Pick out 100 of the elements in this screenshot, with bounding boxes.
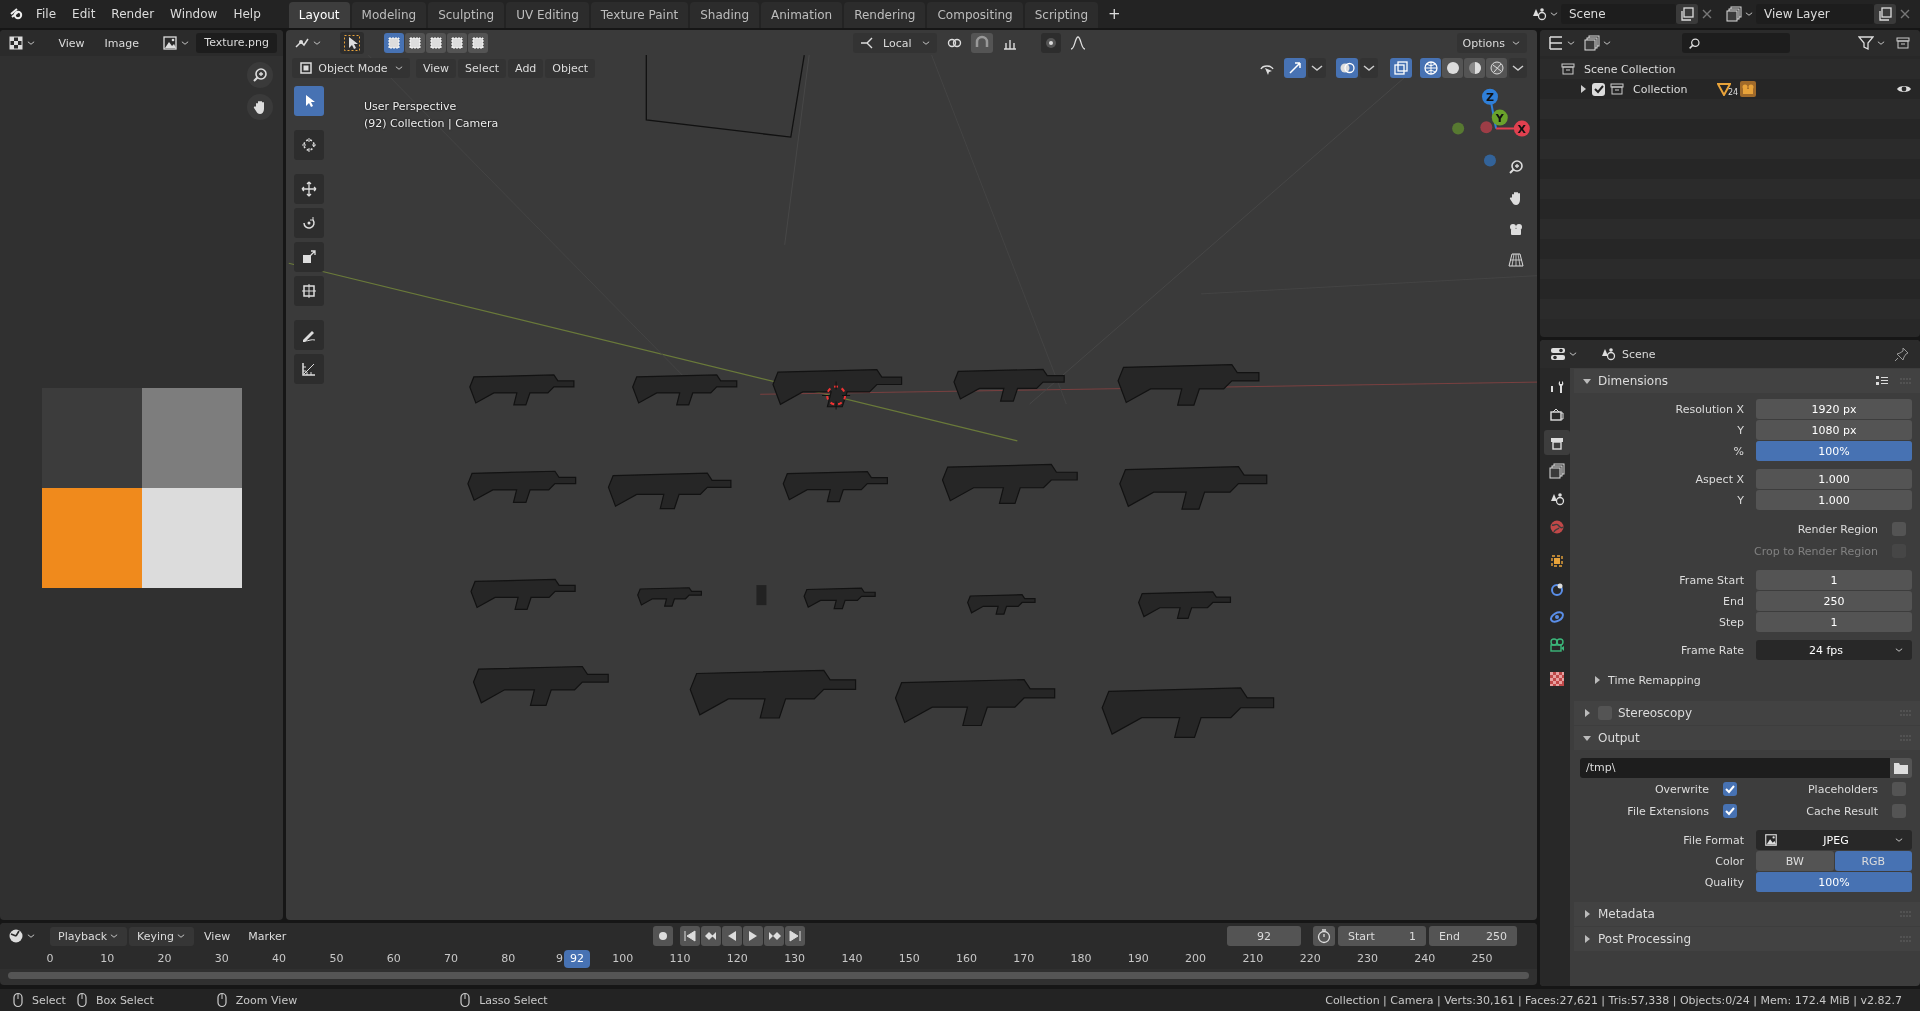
dropdown[interactable]: JPEG bbox=[1756, 830, 1912, 850]
current-frame-field[interactable]: 92 bbox=[1227, 926, 1301, 946]
viewport-info-text: User Perspective bbox=[364, 99, 458, 115]
frame-number: 110 bbox=[669, 952, 691, 965]
menu-item[interactable]: Marker bbox=[240, 926, 295, 946]
menu-item[interactable]: Help bbox=[225, 4, 269, 24]
field-label: Y bbox=[1736, 493, 1744, 507]
slider-field[interactable]: 100% bbox=[1756, 441, 1912, 461]
checkbox-label: Crop to Render Region bbox=[1753, 544, 1878, 558]
frame-number: 220 bbox=[1299, 952, 1321, 965]
shortcut-hint: Box Select bbox=[95, 993, 154, 1007]
menu-item[interactable]: Add bbox=[508, 58, 544, 78]
workspace-tab[interactable]: UV Editing bbox=[506, 2, 589, 28]
checkbox-label: Cache Result bbox=[1806, 804, 1878, 818]
field-label: Aspect X bbox=[1694, 472, 1744, 486]
menu-item[interactable]: Edit bbox=[64, 4, 104, 24]
number-field[interactable]: 1 bbox=[1756, 570, 1912, 590]
dropdown[interactable]: 24 fps bbox=[1756, 640, 1912, 660]
menu-item[interactable]: Select bbox=[458, 58, 507, 78]
start-frame-field[interactable]: Start 1 bbox=[1338, 926, 1426, 946]
view-layer-field[interactable]: View Layer bbox=[1756, 4, 1874, 24]
field-label: End bbox=[1722, 594, 1744, 608]
frame-number: 20 bbox=[157, 952, 172, 965]
menu-item[interactable]: View bbox=[416, 58, 457, 78]
field-label: Quality bbox=[1703, 875, 1744, 889]
frame-number: 230 bbox=[1356, 952, 1378, 965]
checkbox-label: Placeholders bbox=[1808, 782, 1878, 796]
menu-item[interactable]: Image bbox=[96, 33, 147, 53]
menu-dropdown[interactable]: Keying bbox=[129, 926, 195, 946]
workspace-tab[interactable]: Texture Paint bbox=[590, 2, 689, 28]
add-workspace-button[interactable]: + bbox=[1100, 2, 1129, 26]
number-field[interactable]: 1 bbox=[1756, 612, 1912, 632]
panel-header[interactable]: Metadata bbox=[1574, 902, 1920, 926]
field-label: Color bbox=[1714, 854, 1744, 868]
checkbox-label: Render Region bbox=[1797, 522, 1878, 536]
panel-header[interactable]: Stereoscopy bbox=[1574, 701, 1920, 725]
frame-number: 120 bbox=[726, 952, 748, 965]
frame-number: 200 bbox=[1185, 952, 1207, 965]
field-label: % bbox=[1732, 444, 1744, 458]
workspace-tab[interactable]: Animation bbox=[761, 2, 843, 28]
number-field[interactable]: 1080 px bbox=[1756, 420, 1912, 440]
image-name-field[interactable]: Texture.png bbox=[196, 33, 277, 53]
frame-number: 190 bbox=[1127, 952, 1149, 965]
frame-number: 240 bbox=[1414, 952, 1436, 965]
outliner-item-label[interactable]: Collection bbox=[1633, 82, 1693, 96]
toggle-option[interactable]: BW bbox=[1756, 851, 1834, 871]
frame-number: 30 bbox=[214, 952, 229, 965]
shortcut-hint: Lasso Select bbox=[479, 993, 548, 1007]
menu-item[interactable]: Window bbox=[162, 4, 226, 24]
number-field[interactable]: 1.000 bbox=[1756, 469, 1912, 489]
workspace-tab[interactable]: Sculpting bbox=[428, 2, 505, 28]
frame-number: 160 bbox=[955, 952, 977, 965]
menu-item[interactable]: View bbox=[196, 926, 239, 946]
number-field[interactable]: 1.000 bbox=[1756, 490, 1912, 510]
frame-number: 0 bbox=[46, 952, 54, 965]
frame-number: 130 bbox=[784, 952, 806, 965]
panel-header[interactable]: Output bbox=[1574, 726, 1920, 750]
frame-number: 100 bbox=[612, 952, 634, 965]
menu-item[interactable]: File bbox=[28, 4, 65, 24]
frame-number: 140 bbox=[841, 952, 863, 965]
frame-number: 40 bbox=[272, 952, 287, 965]
frame-number: 60 bbox=[386, 952, 401, 965]
mode-dropdown[interactable]: Object Mode bbox=[292, 58, 410, 78]
toggle-option[interactable]: RGB bbox=[1834, 851, 1912, 871]
subpanel-header[interactable]: Time Remapping bbox=[1574, 668, 1912, 692]
frame-number: 70 bbox=[443, 952, 458, 965]
end-frame-field[interactable]: End 250 bbox=[1429, 926, 1517, 946]
workspace-tab[interactable]: Layout bbox=[288, 2, 350, 28]
frame-number: 150 bbox=[898, 952, 920, 965]
field-label: Step bbox=[1717, 615, 1744, 629]
frame-number: 180 bbox=[1070, 952, 1092, 965]
slider-field[interactable]: 100% bbox=[1756, 872, 1912, 892]
workspace-tab[interactable]: Compositing bbox=[927, 2, 1023, 28]
number-field[interactable]: 250 bbox=[1756, 591, 1912, 611]
outliner-item-label[interactable]: Scene Collection bbox=[1584, 62, 1676, 76]
menu-item[interactable]: View bbox=[50, 33, 93, 53]
shortcut-hint: Select bbox=[32, 993, 66, 1007]
workspace-tab[interactable]: Rendering bbox=[844, 2, 926, 28]
axis-handle[interactable]: Y bbox=[1491, 109, 1508, 126]
path-field[interactable]: /tmp\ bbox=[1580, 758, 1890, 778]
frame-number: 50 bbox=[329, 952, 344, 965]
workspace-tab[interactable]: Scripting bbox=[1024, 2, 1099, 28]
menu-item[interactable]: Object bbox=[545, 58, 596, 78]
number-field[interactable]: 1920 px bbox=[1756, 399, 1912, 419]
workspace-tab[interactable]: Shading bbox=[690, 2, 759, 28]
shortcut-hint: Zoom View bbox=[235, 993, 298, 1007]
menu-dropdown[interactable]: Playback bbox=[50, 926, 128, 946]
menu-item[interactable]: Render bbox=[103, 4, 163, 24]
scene-statistics: Collection | Camera | Verts:30,161 | Faces:27,621 | Tris:57,338 | Objects:0/24 | Mem: 172.4 MiB | v2.82.7 bbox=[1325, 993, 1902, 1007]
viewport-info-text: (92) Collection | Camera bbox=[364, 116, 499, 132]
options-dropdown[interactable]: Options bbox=[1456, 33, 1527, 53]
panel-header[interactable]: Post Processing bbox=[1574, 927, 1920, 951]
workspace-tab[interactable]: Modeling bbox=[351, 2, 427, 28]
checkbox-label: Overwrite bbox=[1654, 782, 1709, 796]
field-label: File Format bbox=[1682, 833, 1744, 847]
panel-header[interactable]: Dimensions bbox=[1574, 369, 1920, 393]
scene-field[interactable]: Scene bbox=[1561, 4, 1676, 24]
transform-orientation-dropdown[interactable]: Local bbox=[853, 33, 938, 53]
playhead[interactable]: 92 bbox=[563, 950, 590, 968]
frame-number: 80 bbox=[501, 952, 516, 965]
